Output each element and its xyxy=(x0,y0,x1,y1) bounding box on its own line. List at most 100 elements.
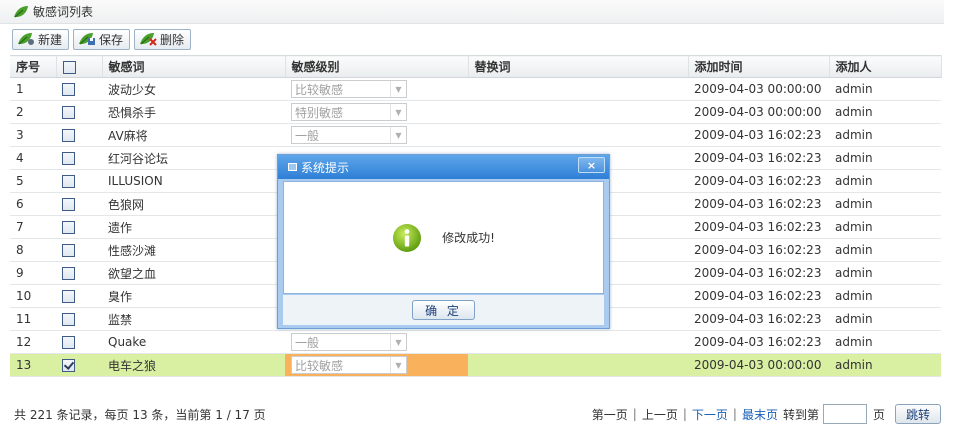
replace-cell xyxy=(468,123,688,147)
last-page-link[interactable]: 最末页 xyxy=(742,406,778,423)
table-row[interactable]: 1 波动少女 比较敏感 ▼ 2009-04-03 00:00:00 admin xyxy=(10,77,941,101)
new-button[interactable]: 新建 xyxy=(12,28,70,50)
row-number: 8 xyxy=(10,238,56,262)
word-cell: 红河谷论坛 xyxy=(102,146,285,170)
row-checkbox-cell[interactable] xyxy=(56,215,102,239)
leaf-icon xyxy=(13,5,29,19)
time-cell: 2009-04-03 16:02:23 xyxy=(688,261,829,285)
user-cell: admin xyxy=(829,123,941,147)
ok-button[interactable]: 确 定 xyxy=(412,300,475,320)
info-icon xyxy=(393,223,422,252)
word-cell: 性感沙滩 xyxy=(102,238,285,262)
col-header-time[interactable]: 添加时间 xyxy=(688,55,830,78)
level-cell: 比较敏感 ▼ xyxy=(285,353,468,377)
row-number: 1 xyxy=(10,77,56,101)
chevron-down-icon: ▼ xyxy=(390,334,406,350)
level-select-value: 特别敏感 xyxy=(295,105,344,120)
jump-button[interactable]: 跳转 xyxy=(894,404,941,424)
row-checkbox[interactable] xyxy=(62,198,75,211)
row-checkbox-cell[interactable] xyxy=(56,284,102,308)
time-cell: 2009-04-03 16:02:23 xyxy=(688,169,829,193)
user-cell: admin xyxy=(829,100,941,124)
row-checkbox[interactable] xyxy=(62,290,75,303)
dialog-title: 系统提示 xyxy=(301,160,350,175)
row-checkbox-cell[interactable] xyxy=(56,123,102,147)
pager-bar: 共 221 条记录，每页 13 条，当前第 1 / 17 页 第一页 | 上一页… xyxy=(10,401,941,427)
row-checkbox[interactable] xyxy=(62,244,75,257)
row-checkbox[interactable] xyxy=(62,83,75,96)
row-checkbox-cell[interactable] xyxy=(56,100,102,124)
first-page-link[interactable]: 第一页 xyxy=(592,406,628,423)
row-checkbox[interactable] xyxy=(62,336,75,349)
dialog-titlebar[interactable]: 系统提示 × xyxy=(278,155,609,179)
select-all-checkbox[interactable] xyxy=(62,60,76,74)
row-checkbox[interactable] xyxy=(62,221,75,234)
row-checkbox-cell[interactable] xyxy=(56,353,102,377)
word-cell: ILLUSION xyxy=(102,169,285,193)
level-cell: 比较敏感 ▼ xyxy=(285,77,468,101)
word-cell: 波动少女 xyxy=(102,77,285,101)
row-checkbox[interactable] xyxy=(62,129,75,142)
delete-button-label: 删除 xyxy=(160,32,185,47)
page-number-input[interactable] xyxy=(822,404,867,424)
window-title: 敏感词列表 xyxy=(33,5,94,19)
row-checkbox-cell[interactable] xyxy=(56,238,102,262)
chevron-down-icon: ▼ xyxy=(390,81,406,97)
row-checkbox-cell[interactable] xyxy=(56,77,102,101)
row-checkbox[interactable] xyxy=(62,267,75,280)
col-header-replace[interactable]: 替换词 xyxy=(468,55,689,78)
level-cell: 一般 ▼ xyxy=(285,330,468,354)
row-checkbox-cell[interactable] xyxy=(56,261,102,285)
row-checkbox-cell[interactable] xyxy=(56,169,102,193)
prev-page-link[interactable]: 上一页 xyxy=(642,406,678,423)
col-header-select-all[interactable] xyxy=(56,55,103,78)
level-select[interactable]: 比较敏感 ▼ xyxy=(291,356,407,374)
row-checkbox[interactable] xyxy=(62,175,75,188)
row-number: 7 xyxy=(10,215,56,239)
table-row[interactable]: 3 AV麻将 一般 ▼ 2009-04-03 16:02:23 admin xyxy=(10,123,941,147)
replace-cell xyxy=(468,353,688,377)
row-number: 11 xyxy=(10,307,56,331)
level-cell: 一般 ▼ xyxy=(285,123,468,147)
row-checkbox[interactable] xyxy=(62,152,75,165)
pager-separator: | xyxy=(682,407,687,421)
user-cell: admin xyxy=(829,192,941,216)
row-number: 9 xyxy=(10,261,56,285)
user-cell: admin xyxy=(829,261,941,285)
dialog-close-button[interactable]: × xyxy=(578,157,605,173)
user-cell: admin xyxy=(829,330,941,354)
row-number: 4 xyxy=(10,146,56,170)
user-cell: admin xyxy=(829,238,941,262)
chevron-down-icon: ▼ xyxy=(390,357,406,373)
next-page-link[interactable]: 下一页 xyxy=(692,406,728,423)
toolbar: 新建 保存 删除 xyxy=(0,25,944,53)
table-row[interactable]: 2 恐惧杀手 特别敏感 ▼ 2009-04-03 00:00:00 admin xyxy=(10,100,941,124)
row-checkbox[interactable] xyxy=(62,106,75,119)
row-checkbox-cell[interactable] xyxy=(56,330,102,354)
col-header-no[interactable]: 序号 xyxy=(10,55,57,78)
level-select[interactable]: 一般 ▼ xyxy=(291,126,407,144)
table-row[interactable]: 13 电车之狼 比较敏感 ▼ 2009-04-03 00:00:00 admin xyxy=(10,353,941,377)
row-checkbox-cell[interactable] xyxy=(56,307,102,331)
pager-separator: | xyxy=(732,407,737,421)
row-checkbox[interactable] xyxy=(62,313,75,326)
col-header-user[interactable]: 添加人 xyxy=(829,55,942,78)
leaf-delete-icon xyxy=(140,33,157,46)
row-checkbox-cell[interactable] xyxy=(56,192,102,216)
col-header-level[interactable]: 敏感级别 xyxy=(285,55,469,78)
row-checkbox-cell[interactable] xyxy=(56,146,102,170)
col-header-word[interactable]: 敏感词 xyxy=(102,55,286,78)
word-cell: Quake xyxy=(102,330,285,354)
time-cell: 2009-04-03 00:00:00 xyxy=(688,100,829,124)
save-button-label: 保存 xyxy=(99,32,124,47)
row-number: 13 xyxy=(10,353,56,377)
time-cell: 2009-04-03 16:02:23 xyxy=(688,146,829,170)
level-select[interactable]: 比较敏感 ▼ xyxy=(291,80,407,98)
delete-button[interactable]: 删除 xyxy=(134,28,192,50)
save-button[interactable]: 保存 xyxy=(73,28,131,50)
table-row[interactable]: 12 Quake 一般 ▼ 2009-04-03 16:02:23 admin xyxy=(10,330,941,354)
level-select[interactable]: 特别敏感 ▼ xyxy=(291,103,407,121)
level-select[interactable]: 一般 ▼ xyxy=(291,333,407,351)
row-checkbox[interactable] xyxy=(62,359,75,372)
pager-separator: | xyxy=(632,407,637,421)
